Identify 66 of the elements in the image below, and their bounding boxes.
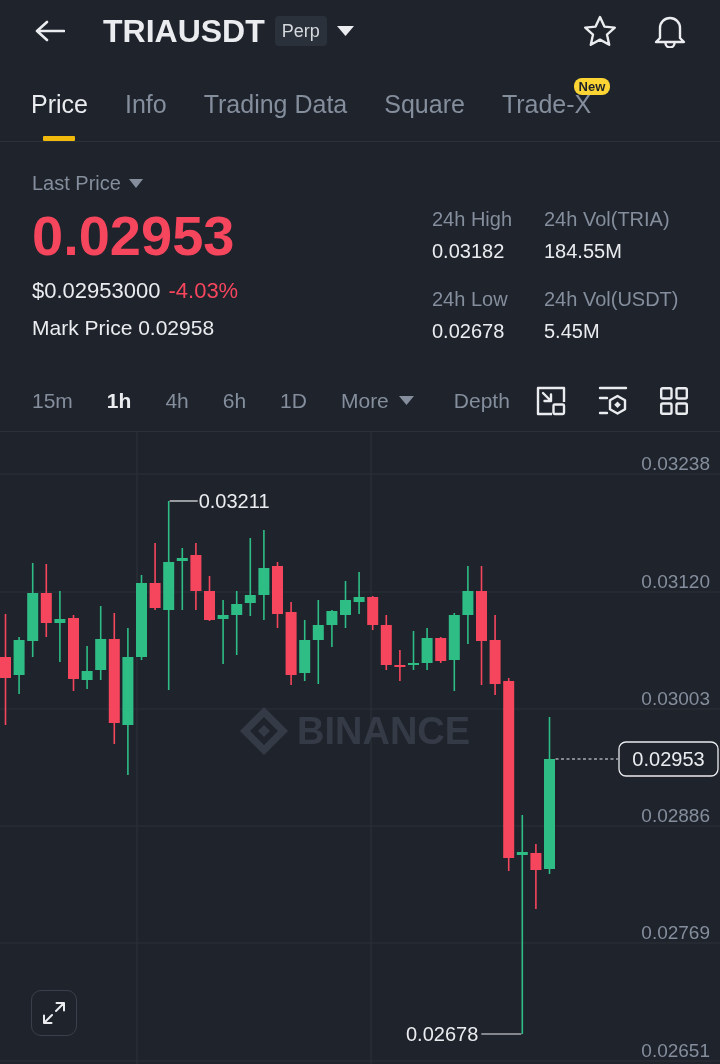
rising-candle: [13, 636, 25, 695]
stat-value: 0.02678: [432, 319, 506, 344]
new-badge: New: [573, 78, 611, 95]
stat-value: 184.55M: [544, 239, 623, 264]
price-type-label[interactable]: Last Price: [32, 171, 121, 195]
contract-type-tag: Perp: [274, 16, 327, 46]
more-menu[interactable]: More: [340, 387, 389, 414]
falling-candle: [190, 542, 202, 611]
rising-candle: [217, 599, 229, 665]
price-axis-label: 0.03003: [641, 688, 710, 709]
high-price-label: 0.03211: [198, 490, 270, 512]
price-axis-label: 0.02769: [641, 922, 710, 943]
interval-tab[interactable]: 15m: [32, 387, 73, 414]
current-price-line: [554, 758, 619, 760]
stat-label: 24h Vol(USDT): [544, 287, 680, 312]
back-arrow-icon[interactable]: [35, 20, 65, 42]
tab[interactable]: Price: [31, 62, 88, 141]
tab[interactable]: Trading Data: [203, 62, 348, 141]
interval-tab[interactable]: 4h: [165, 387, 189, 414]
rising-candle: [408, 630, 419, 671]
rising-candle: [421, 627, 433, 671]
rising-candle: [299, 619, 311, 682]
interval-tab[interactable]: 6h: [222, 387, 247, 414]
expand-icon: [42, 1001, 66, 1025]
price-change: -4.03%: [168, 277, 239, 305]
stat-value: 5.45M: [544, 319, 601, 344]
stat-label: 24h High: [432, 207, 514, 232]
tab[interactable]: Info: [124, 62, 167, 141]
bell-icon[interactable]: [653, 14, 687, 48]
low-price-leader: [480, 1033, 522, 1035]
rising-candle: [353, 571, 365, 615]
falling-candle: [394, 649, 406, 682]
price-axis-label: 0.03238: [641, 453, 710, 474]
falling-candle: [149, 542, 161, 611]
stat-label: 24h Low: [432, 287, 509, 312]
current-price-label: 0.02953: [618, 741, 719, 777]
usd-price: $0.02953000: [32, 277, 161, 305]
rising-candle: [81, 645, 93, 690]
interval-tab[interactable]: 1D: [280, 387, 307, 414]
low-price-label: 0.02678: [406, 1023, 479, 1045]
falling-candle: [435, 636, 447, 664]
tab[interactable]: Square: [384, 62, 465, 141]
stat-label: 24h Vol(TRIA): [544, 207, 671, 232]
fullscreen-button[interactable]: [31, 990, 77, 1036]
falling-candle: [204, 575, 215, 622]
diamond-logo-icon: [240, 707, 288, 755]
rising-candle: [340, 580, 351, 629]
lines-hexagon-icon[interactable]: [598, 385, 628, 416]
interval-tab[interactable]: 1h: [106, 387, 132, 414]
star-icon[interactable]: [583, 15, 617, 47]
price-axis-label: 0.03120: [641, 571, 710, 592]
stat-value: 0.03182: [432, 239, 506, 264]
box-arrow-icon[interactable]: [536, 385, 566, 416]
depth-tab[interactable]: Depth: [453, 387, 510, 414]
rising-candle: [231, 590, 243, 656]
price-axis-label: 0.02886: [641, 805, 710, 826]
mark-price: Mark Price 0.02958: [32, 315, 216, 341]
falling-candle: [272, 561, 283, 629]
last-price: 0.02953: [32, 204, 236, 268]
high-price-leader: [169, 500, 199, 502]
grid-icon[interactable]: [660, 386, 688, 415]
symbol-title: TRIAUSDT: [103, 12, 265, 50]
price-axis-label: 0.02651: [641, 1040, 710, 1061]
caret-icon[interactable]: [336, 26, 354, 36]
falling-candle: [530, 843, 542, 910]
rising-candle: [326, 609, 338, 648]
